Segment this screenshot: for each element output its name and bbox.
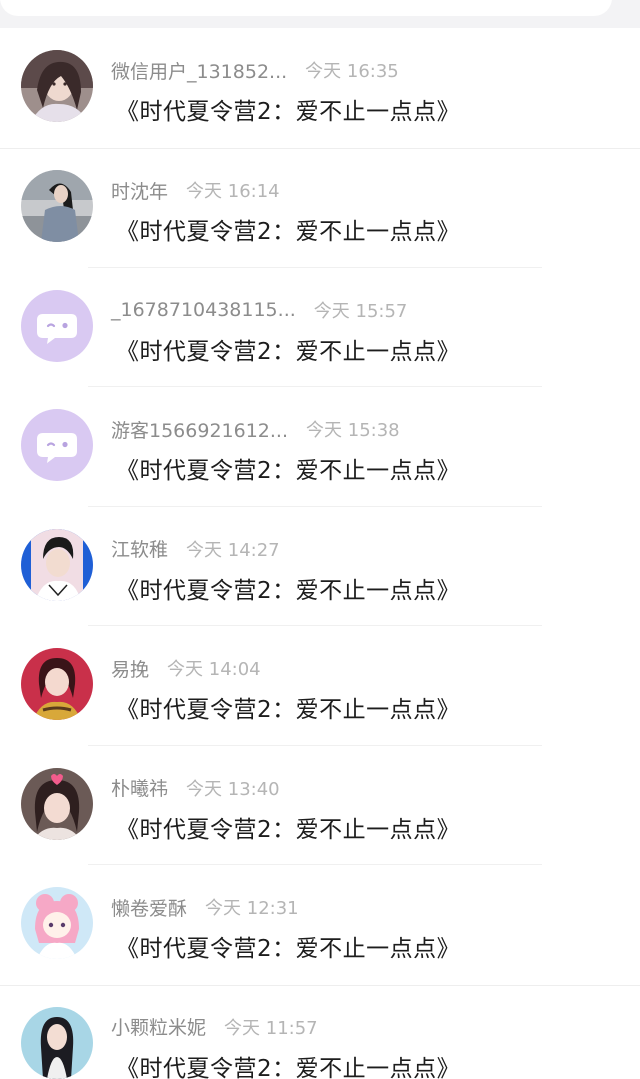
default-chat-bubble-icon [21,409,93,481]
comment-meta: 朴曦祎 今天 13:40 [111,776,280,800]
default-chat-bubble-icon [21,289,93,362]
avatar[interactable] [21,409,93,481]
comment-meta: 懒卷爱酥 今天 12:31 [111,894,299,921]
comment-meta: 小颗粒米妮 今天 11:57 [111,1015,318,1039]
photo-boy-blue-background-avatar [21,528,93,601]
avatar[interactable] [21,1006,93,1079]
avatar[interactable] [21,528,93,601]
comment-time: 今天 13:40 [186,778,280,800]
user-name[interactable]: 懒卷爱酥 [111,894,187,921]
comment-time: 今天 16:35 [305,61,399,82]
avatar[interactable] [21,648,93,720]
comment-time: 今天 15:38 [306,420,400,441]
user-name[interactable]: 微信用户_131852... [111,57,287,84]
user-name[interactable]: 小颗粒米妮 [111,1013,206,1040]
comment-meta: 微信用户_131852... 今天 16:35 [111,57,399,84]
photo-girl-street-avatar [21,170,93,242]
comment-meta: 江软稚 今天 14:27 [111,537,280,561]
user-name[interactable]: _1678710438115... [111,299,296,321]
comment-text: 《时代夏令营2：爱不止一点点》 [116,816,461,843]
avatar[interactable] [21,289,93,362]
photo-girl-long-hair-avatar [21,1006,93,1079]
comment-time: 今天 15:57 [313,300,408,322]
comment-item[interactable]: 易挽 今天 14:04 《时代夏令营2：爱不止一点点》 [0,626,640,746]
avatar[interactable] [21,170,93,242]
comment-text: 《时代夏令营2：爱不止一点点》 [116,697,461,723]
comment-item[interactable]: 微信用户_131852... 今天 16:35 《时代夏令营2：爱不止一点点》 [0,28,640,149]
header-card-edge [0,0,612,16]
avatar[interactable] [21,887,93,959]
comment-item[interactable]: 懒卷爱酥 今天 12:31 《时代夏令营2：爱不止一点点》 [0,865,640,986]
avatar[interactable] [21,50,93,122]
user-name[interactable]: 朴曦祎 [111,774,168,801]
user-name[interactable]: 江软稚 [111,535,168,562]
comment-text: 《时代夏令营2：爱不止一点点》 [116,99,461,125]
comment-item[interactable]: 游客1566921612... 今天 15:38 《时代夏令营2：爱不止一点点》 [0,387,640,507]
user-name[interactable]: 易挽 [111,655,149,682]
photo-girl-heart-filter-avatar [21,767,93,840]
comment-item[interactable]: 小颗粒米妮 今天 11:57 《时代夏令营2：爱不止一点点》 [0,985,640,1079]
user-name[interactable]: 时沈年 [111,177,168,204]
comment-text: 《时代夏令营2：爱不止一点点》 [116,219,461,245]
comment-item[interactable]: 江软稚 今天 14:27 《时代夏令营2：爱不止一点点》 [0,507,640,626]
comment-item[interactable]: _1678710438115... 今天 15:57 《时代夏令营2：爱不止一点… [0,268,640,387]
photo-girl-portrait-avatar [21,50,93,122]
comment-item[interactable]: 时沈年 今天 16:14 《时代夏令营2：爱不止一点点》 [0,148,640,268]
comment-text: 《时代夏令营2：爱不止一点点》 [116,338,461,365]
comment-meta: _1678710438115... 今天 15:57 [111,298,407,322]
comment-time: 今天 14:04 [167,659,261,680]
anime-girl-pink-hair-avatar [21,887,93,959]
comment-time: 今天 16:14 [186,181,280,202]
comment-text: 《时代夏令营2：爱不止一点点》 [116,1055,461,1079]
comment-meta: 易挽 今天 14:04 [111,655,261,682]
comment-feed-page: 微信用户_131852... 今天 16:35 《时代夏令营2：爱不止一点点》 … [0,0,640,1079]
comment-text: 《时代夏令营2：爱不止一点点》 [116,458,461,484]
comment-time: 今天 11:57 [224,1017,318,1039]
avatar[interactable] [21,767,93,840]
comment-meta: 时沈年 今天 16:14 [111,177,280,204]
comment-item[interactable]: 朴曦祎 今天 13:40 《时代夏令营2：爱不止一点点》 [0,746,640,865]
comment-list[interactable]: 微信用户_131852... 今天 16:35 《时代夏令营2：爱不止一点点》 … [0,28,640,1079]
photo-girl-red-background-avatar [21,648,93,720]
comment-text: 《时代夏令营2：爱不止一点点》 [116,936,461,962]
comment-time: 今天 12:31 [205,898,299,919]
comment-meta: 游客1566921612... 今天 15:38 [111,416,400,443]
user-name[interactable]: 游客1566921612... [111,416,288,443]
comment-time: 今天 14:27 [186,539,280,561]
comment-text: 《时代夏令营2：爱不止一点点》 [116,577,461,604]
